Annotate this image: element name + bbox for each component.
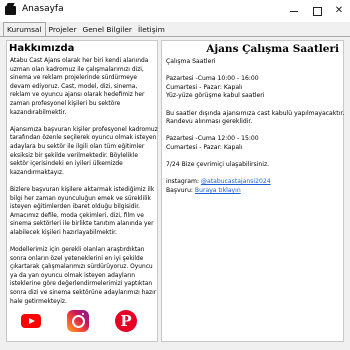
instagram-line: instagram: @atabucastajansi2024 xyxy=(166,178,342,187)
about-heading: Hakkımızda xyxy=(9,43,75,54)
clapperboard-icon xyxy=(5,6,16,15)
about-paragraph: Bizlere başvuran kişilere aktarmak isted… xyxy=(10,186,155,236)
apply-line: Başvuru: Buraya tıklayın xyxy=(166,187,342,196)
maximize-button[interactable] xyxy=(309,3,325,19)
close-button[interactable]: ✕ xyxy=(331,3,347,19)
shift1-note: Yüz-yüze görüşme kabul saatleri xyxy=(166,92,265,100)
apply-link[interactable]: Buraya tıklayın xyxy=(195,187,241,194)
hours-heading: Ajans Çalışma Saatleri xyxy=(206,43,339,55)
pinterest-icon[interactable]: P xyxy=(115,310,137,332)
tab-kurumsal[interactable]: Kurumsal xyxy=(3,22,46,37)
apply-label: Başvuru: xyxy=(166,186,195,194)
appointment-note: Bu saatler dışında ajansımıza cast kabul… xyxy=(166,109,345,117)
about-paragraph: Ajansımıza başvuran kişiler profesyonel … xyxy=(10,126,158,176)
window-title: Anasayfa xyxy=(22,4,64,14)
tab-divider xyxy=(0,36,350,37)
instagram-link[interactable]: @atabucastajansi2024 xyxy=(201,178,271,185)
about-paragraph: Atabu Cast Ajans olarak her biri kendi a… xyxy=(10,58,149,116)
instagram-icon[interactable] xyxy=(67,310,89,332)
shift2-saturday: Cumartesi - Pazar: Kapalı xyxy=(166,143,243,151)
minimize-button[interactable] xyxy=(286,3,302,19)
hours-title: Çalışma Saatleri xyxy=(166,58,216,65)
appointment-required: Randevu alınması gereklidir. xyxy=(166,118,253,126)
online-note: 7/24 Bize çevrimiçi ulaşabilirsiniz. xyxy=(166,161,270,169)
about-paragraph: Modellerimiz için gerekli olanları araşt… xyxy=(10,247,157,305)
youtube-icon[interactable] xyxy=(21,314,41,328)
tab-bar: Kurumsal Projeler Genel Bilgiler İletişi… xyxy=(0,22,350,37)
shift1-saturday: Cumartesi - Pazar: Kapalı xyxy=(166,83,243,91)
hours-text: Çalışma Saatleri Pazartesi -Cuma 10:00 -… xyxy=(166,58,345,196)
instagram-label: instagram: xyxy=(166,178,201,186)
shift2-weekday: Pazartesi -Cuma 12:00 - 15:00 xyxy=(166,135,259,143)
about-text: Atabu Cast Ajans olarak her biri kendi a… xyxy=(10,57,158,315)
shift1-weekday: Pazartesi -Cuma 10:00 - 16:00 xyxy=(166,75,259,83)
title-bar: Anasayfa ✕ xyxy=(0,0,350,22)
